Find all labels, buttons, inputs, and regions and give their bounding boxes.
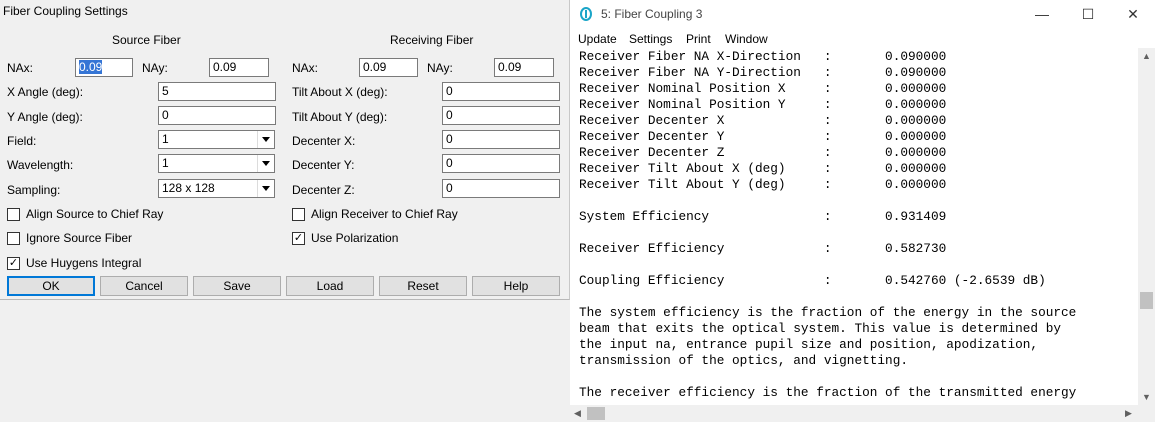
help-button[interactable]: Help — [472, 276, 560, 296]
scroll-up-icon[interactable]: ▲ — [1142, 51, 1151, 61]
load-button[interactable]: Load — [286, 276, 374, 296]
use-polarization-checkbox[interactable]: ✓ Use Polarization — [292, 231, 398, 245]
receiver-nax-input[interactable]: 0.09 — [359, 58, 418, 77]
window-title: 5: Fiber Coupling 3 — [601, 7, 703, 21]
receiver-nay-input[interactable]: 0.09 — [494, 58, 554, 77]
vertical-scroll-thumb[interactable] — [1140, 292, 1153, 309]
chevron-down-icon — [257, 155, 274, 172]
chevron-down-icon — [257, 131, 274, 148]
source-nay-input[interactable]: 0.09 — [209, 58, 269, 77]
x-angle-label: X Angle (deg): — [7, 85, 84, 99]
close-icon[interactable]: ✕ — [1123, 4, 1143, 24]
vertical-scrollbar[interactable]: ▲ ▼ — [1138, 48, 1155, 405]
analysis-output: Receiver Fiber NA X-Direction : 0.090000… — [579, 49, 1077, 400]
decenter-x-input[interactable]: 0 — [442, 130, 560, 149]
align-source-checkbox[interactable]: Align Source to Chief Ray — [7, 207, 163, 221]
tilt-x-input[interactable]: 0 — [442, 82, 560, 101]
scroll-right-icon[interactable]: ▶ — [1125, 408, 1132, 419]
scrollbar-corner — [1138, 405, 1155, 422]
wavelength-select[interactable]: 1 — [158, 154, 275, 173]
window-titlebar: 5: Fiber Coupling 3 — ☐ ✕ — [570, 0, 1155, 30]
fiber-coupling-window: 5: Fiber Coupling 3 — ☐ ✕ Update Setting… — [570, 0, 1155, 422]
source-nax-label: NAx: — [7, 61, 34, 75]
horizontal-scrollbar[interactable]: ◀ ▶ — [570, 405, 1138, 422]
menu-update[interactable]: Update — [578, 32, 617, 46]
checkbox-unchecked-icon — [292, 207, 305, 221]
chevron-down-icon — [257, 180, 274, 197]
source-fiber-group-title: Source Fiber — [112, 33, 181, 47]
x-angle-input[interactable]: 5 — [158, 82, 276, 101]
dialog-title: Fiber Coupling Settings — [3, 4, 128, 18]
save-button[interactable]: Save — [193, 276, 281, 296]
checkmark-icon: ✓ — [7, 256, 20, 270]
menu-window[interactable]: Window — [725, 32, 768, 46]
receiver-nax-label: NAx: — [292, 61, 319, 75]
checkmark-icon: ✓ — [292, 231, 305, 245]
y-angle-label: Y Angle (deg): — [7, 110, 83, 124]
output-text-area[interactable]: Receiver Fiber NA X-Direction : 0.090000… — [570, 48, 1138, 405]
y-angle-input[interactable]: 0 — [158, 106, 276, 125]
fiber-coupling-settings-dialog: Fiber Coupling Settings Source Fiber Rec… — [0, 0, 570, 300]
checkbox-unchecked-icon — [7, 231, 20, 245]
decenter-z-label: Decenter Z: — [292, 183, 355, 197]
tilt-y-label: Tilt About Y (deg): — [292, 110, 388, 124]
checkbox-unchecked-icon — [7, 207, 20, 221]
cancel-button[interactable]: Cancel — [100, 276, 188, 296]
decenter-x-label: Decenter X: — [292, 134, 356, 148]
ignore-source-label: Ignore Source Fiber — [26, 231, 133, 245]
ok-button[interactable]: OK — [7, 276, 95, 296]
minimize-icon[interactable]: — — [1032, 4, 1052, 24]
sampling-select[interactable]: 128 x 128 — [158, 179, 275, 198]
scroll-down-icon[interactable]: ▼ — [1142, 392, 1151, 402]
scroll-left-icon[interactable]: ◀ — [574, 408, 581, 419]
app-icon — [580, 7, 592, 21]
align-source-label: Align Source to Chief Ray — [26, 207, 164, 221]
maximize-icon[interactable]: ☐ — [1078, 4, 1098, 24]
wavelength-select-value: 1 — [162, 156, 169, 170]
use-huygens-checkbox[interactable]: ✓ Use Huygens Integral — [7, 256, 141, 270]
sampling-select-value: 128 x 128 — [162, 181, 215, 195]
use-huygens-label: Use Huygens Integral — [26, 256, 142, 270]
receiving-fiber-group-title: Receiving Fiber — [390, 33, 474, 47]
receiver-nay-label: NAy: — [427, 61, 453, 75]
tilt-x-label: Tilt About X (deg): — [292, 85, 388, 99]
decenter-y-label: Decenter Y: — [292, 158, 355, 172]
tilt-y-input[interactable]: 0 — [442, 106, 560, 125]
field-select[interactable]: 1 — [158, 130, 275, 149]
decenter-z-input[interactable]: 0 — [442, 179, 560, 198]
source-nay-label: NAy: — [142, 61, 168, 75]
menu-settings[interactable]: Settings — [629, 32, 672, 46]
menu-bar: Update Settings Print Window — [570, 30, 1155, 48]
field-label: Field: — [7, 134, 37, 148]
sampling-label: Sampling: — [7, 183, 61, 197]
source-nax-input[interactable]: 0.09 — [75, 58, 133, 77]
use-polarization-label: Use Polarization — [311, 231, 399, 245]
menu-print[interactable]: Print — [686, 32, 711, 46]
align-receiver-label: Align Receiver to Chief Ray — [311, 207, 458, 221]
ignore-source-checkbox[interactable]: Ignore Source Fiber — [7, 231, 132, 245]
reset-button[interactable]: Reset — [379, 276, 467, 296]
wavelength-label: Wavelength: — [7, 158, 74, 172]
decenter-y-input[interactable]: 0 — [442, 154, 560, 173]
field-select-value: 1 — [162, 132, 169, 146]
horizontal-scroll-thumb[interactable] — [587, 407, 605, 420]
align-receiver-checkbox[interactable]: Align Receiver to Chief Ray — [292, 207, 458, 221]
